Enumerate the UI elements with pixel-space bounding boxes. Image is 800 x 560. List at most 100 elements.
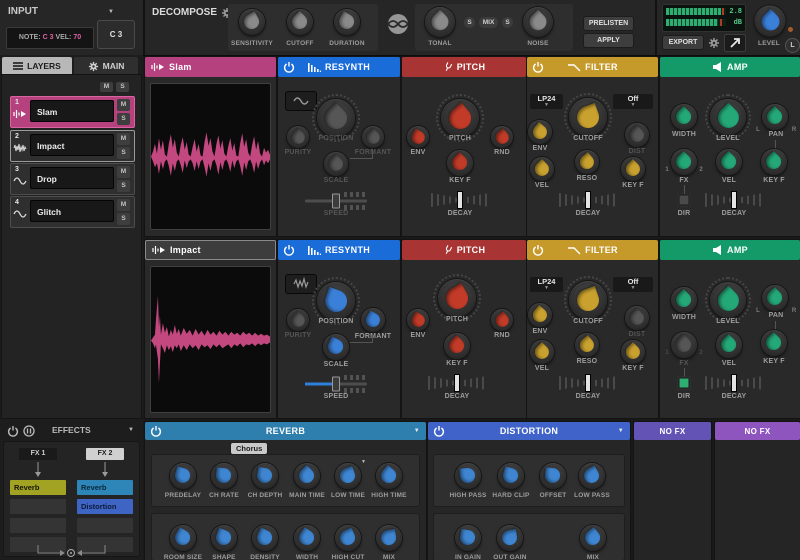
resynth-power-button[interactable] [283,244,295,256]
layer-mute-button[interactable]: M [117,166,130,178]
filter-cutoff-knob[interactable] [569,281,607,319]
fx2-tab[interactable]: FX 2 [86,448,124,460]
nofx2-header[interactable]: NO FX [715,422,800,440]
effects-bypass-icon[interactable] [23,424,35,442]
limiter-button[interactable]: L [785,38,800,53]
amp-pan-knob[interactable] [762,104,788,130]
reverb-mix-knob[interactable] [376,525,402,551]
reverb-lowtime-knob[interactable] [335,463,361,489]
purity-knob[interactable] [287,309,309,331]
amp-decay-thumb[interactable] [731,374,737,392]
filter-power-button[interactable] [532,61,544,73]
sensitivity-knob[interactable] [239,9,265,35]
filter-decay-thumb[interactable] [585,191,591,209]
dist-ingain-knob[interactable] [455,525,481,551]
resynth-power-button[interactable] [283,61,295,73]
fx1-slot-empty[interactable] [10,499,66,514]
distortion-power-button[interactable] [433,425,445,437]
formant-knob[interactable] [362,126,384,148]
fx1-slot-reverb[interactable]: Reverb [10,480,66,495]
amp-dir-toggle[interactable] [679,195,690,206]
fx2-slot-empty[interactable] [77,518,133,533]
amp-width-knob[interactable] [671,287,697,313]
purity-knob[interactable] [287,126,309,148]
amp-fx-knob[interactable] [671,332,697,358]
speed-slider-thumb[interactable] [332,377,340,392]
amp-keyfollow-knob[interactable] [761,330,787,356]
mix-button[interactable]: MIX [479,17,498,28]
pitch-keyfollow-knob[interactable] [444,333,470,359]
scale-knob[interactable] [323,334,349,360]
filter-dist-mode-dropdown[interactable]: Off▼ [613,94,653,109]
distortion-dropdown-caret-icon[interactable]: ▼ [618,428,624,434]
layer-mute-button[interactable]: M [117,133,130,145]
position-knob[interactable] [317,99,355,137]
amp-pan-knob[interactable] [762,285,788,311]
tab-main[interactable]: MAIN [74,57,138,75]
amp-fx-knob[interactable] [671,149,697,175]
solo-all-button[interactable]: S [116,82,129,92]
input-dropdown-caret-icon[interactable]: ▼ [108,9,114,15]
master-level-knob[interactable] [755,6,786,37]
reverb-power-button[interactable] [150,425,162,437]
impact-strip-header[interactable]: Impact [145,240,276,260]
fx2-slot-reverb[interactable]: Reverb [77,480,133,495]
layer-item-drop[interactable]: 3 Drop M S [10,163,135,195]
duration-knob[interactable] [334,9,360,35]
dist-hardclip-knob[interactable] [498,463,524,489]
filter-keyfollow-knob[interactable] [621,340,645,364]
export-settings-gear-icon[interactable] [708,36,720,54]
reverb-highcut-knob[interactable] [335,525,361,551]
tab-layers[interactable]: LAYERS [2,57,72,75]
filter-env-knob[interactable] [528,303,552,327]
layer-item-glitch[interactable]: 4 Glitch M S [10,196,135,228]
layer-solo-button[interactable]: S [117,113,130,125]
pitch-keyfollow-knob[interactable] [447,150,473,176]
pitch-knob[interactable] [438,279,476,317]
layer-solo-button[interactable]: S [117,213,130,225]
filter-reso-knob[interactable] [575,333,599,357]
reverb-shape-knob[interactable] [211,525,237,551]
dist-highpass-knob[interactable] [455,463,481,489]
pitch-rnd-knob[interactable] [491,309,513,331]
reverb-maintime-knob[interactable] [294,463,320,489]
reverb-chrate-knob[interactable] [211,463,237,489]
dist-mix-knob[interactable] [580,525,606,551]
amp-level-knob[interactable] [710,282,746,318]
fx1-slot-empty[interactable] [10,518,66,533]
layer-mute-button[interactable]: M [117,199,130,211]
dist-outgain-knob[interactable] [497,525,523,551]
slam-waveform-display[interactable] [150,83,271,230]
decompose-cutoff-knob[interactable] [287,9,313,35]
layer-solo-button[interactable]: S [117,180,130,192]
mute-all-button[interactable]: M [100,82,113,92]
apply-button[interactable]: APPLY [584,34,633,47]
filter-dist-knob[interactable] [625,123,649,147]
reverb-width-knob[interactable] [294,525,320,551]
dist-offset-knob[interactable] [540,463,566,489]
layer-solo-button[interactable]: S [117,147,130,159]
effects-dropdown-caret-icon[interactable]: ▼ [128,427,134,433]
amp-decay-thumb[interactable] [731,191,737,209]
pitch-rnd-knob[interactable] [491,126,513,148]
position-knob[interactable] [317,282,355,320]
tonal-knob[interactable] [425,7,455,37]
impact-waveform-display[interactable] [150,266,271,413]
filter-vel-knob[interactable] [530,340,554,364]
scale-knob[interactable] [324,152,348,176]
reverb-predelay-knob[interactable] [170,463,196,489]
pitch-env-knob[interactable] [407,309,429,331]
layer-mute-button[interactable]: M [117,99,130,111]
fx2-slot-distortion[interactable]: Distortion [77,499,133,514]
amp-vel-knob[interactable] [716,332,742,358]
resynth-mode-button[interactable] [286,92,316,110]
pitch-decay-thumb[interactable] [454,374,460,392]
pitch-env-knob[interactable] [407,126,429,148]
reverb-chdepth-knob[interactable] [252,463,278,489]
solo-tonal-button[interactable]: S [464,17,475,28]
filter-dist-mode-dropdown[interactable]: Off▼ [613,277,653,292]
pitch-decay-thumb[interactable] [457,191,463,209]
filter-keyfollow-knob[interactable] [621,157,645,181]
drag-export-arrow-button[interactable] [724,34,746,52]
noise-knob[interactable] [523,7,553,37]
